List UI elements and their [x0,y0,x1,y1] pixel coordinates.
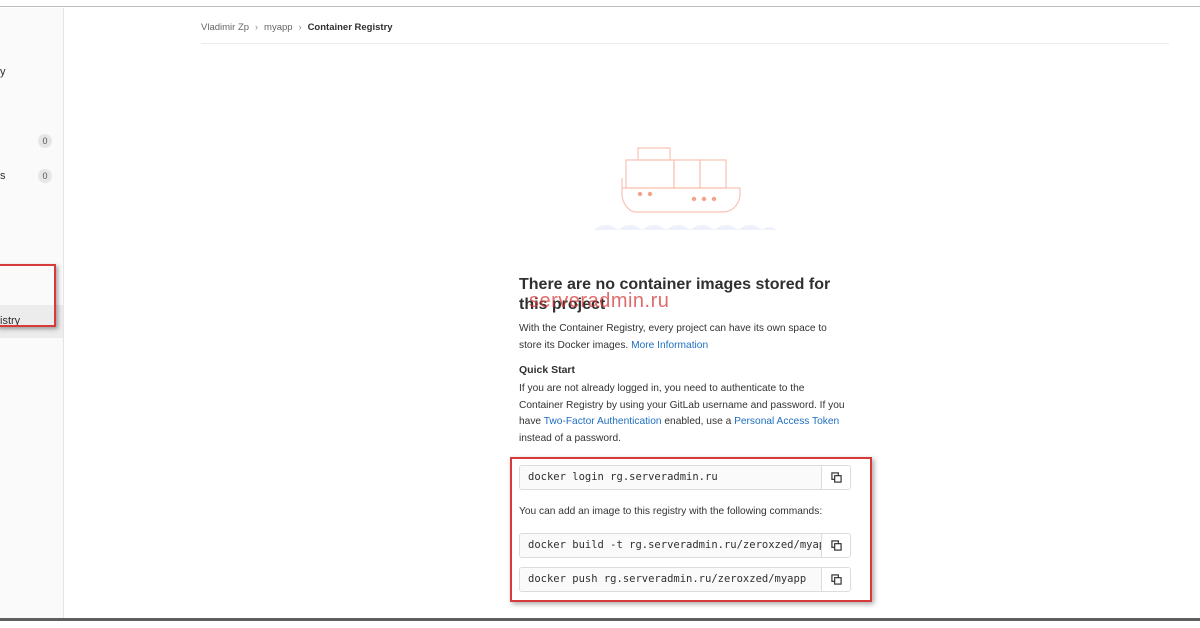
auth-text: instead of a password. [519,432,621,444]
window-top-edge [0,0,1200,7]
breadcrumb-link-project[interactable]: myapp [264,22,293,33]
sidebar-item-fragment[interactable]: y [0,66,6,78]
annotation-highlight-sidebar [0,264,56,327]
container-ship-illustration [594,147,776,230]
site-watermark: serveradmin.ru [529,290,670,312]
quick-start-heading: Quick Start [519,364,576,376]
chevron-right-icon: › [255,22,259,32]
breadcrumb: Vladimir Zp › myapp › Container Registry [201,20,393,34]
auth-instructions: If you are not already logged in, you ne… [519,381,851,447]
two-factor-auth-link[interactable]: Two-Factor Authentication [544,416,662,427]
annotation-highlight-commands [510,457,872,602]
auth-text: enabled, use a [664,416,732,427]
personal-access-token-link[interactable]: Personal Access Token [734,416,839,427]
more-information-link[interactable]: More Information [631,340,708,351]
sidebar-count-badge: 0 [38,134,52,148]
sidebar-item-fragment[interactable]: s [0,170,6,182]
chevron-right-icon: › [298,22,302,32]
breadcrumb-current[interactable]: Container Registry [308,22,393,33]
empty-state-intro: With the Container Registry, every proje… [519,321,851,354]
sidebar-count-badge: 0 [38,169,52,183]
breadcrumb-link-user[interactable]: Vladimir Zp [201,22,249,33]
window-bottom-edge [0,618,1200,628]
breadcrumb-divider [201,43,1169,44]
